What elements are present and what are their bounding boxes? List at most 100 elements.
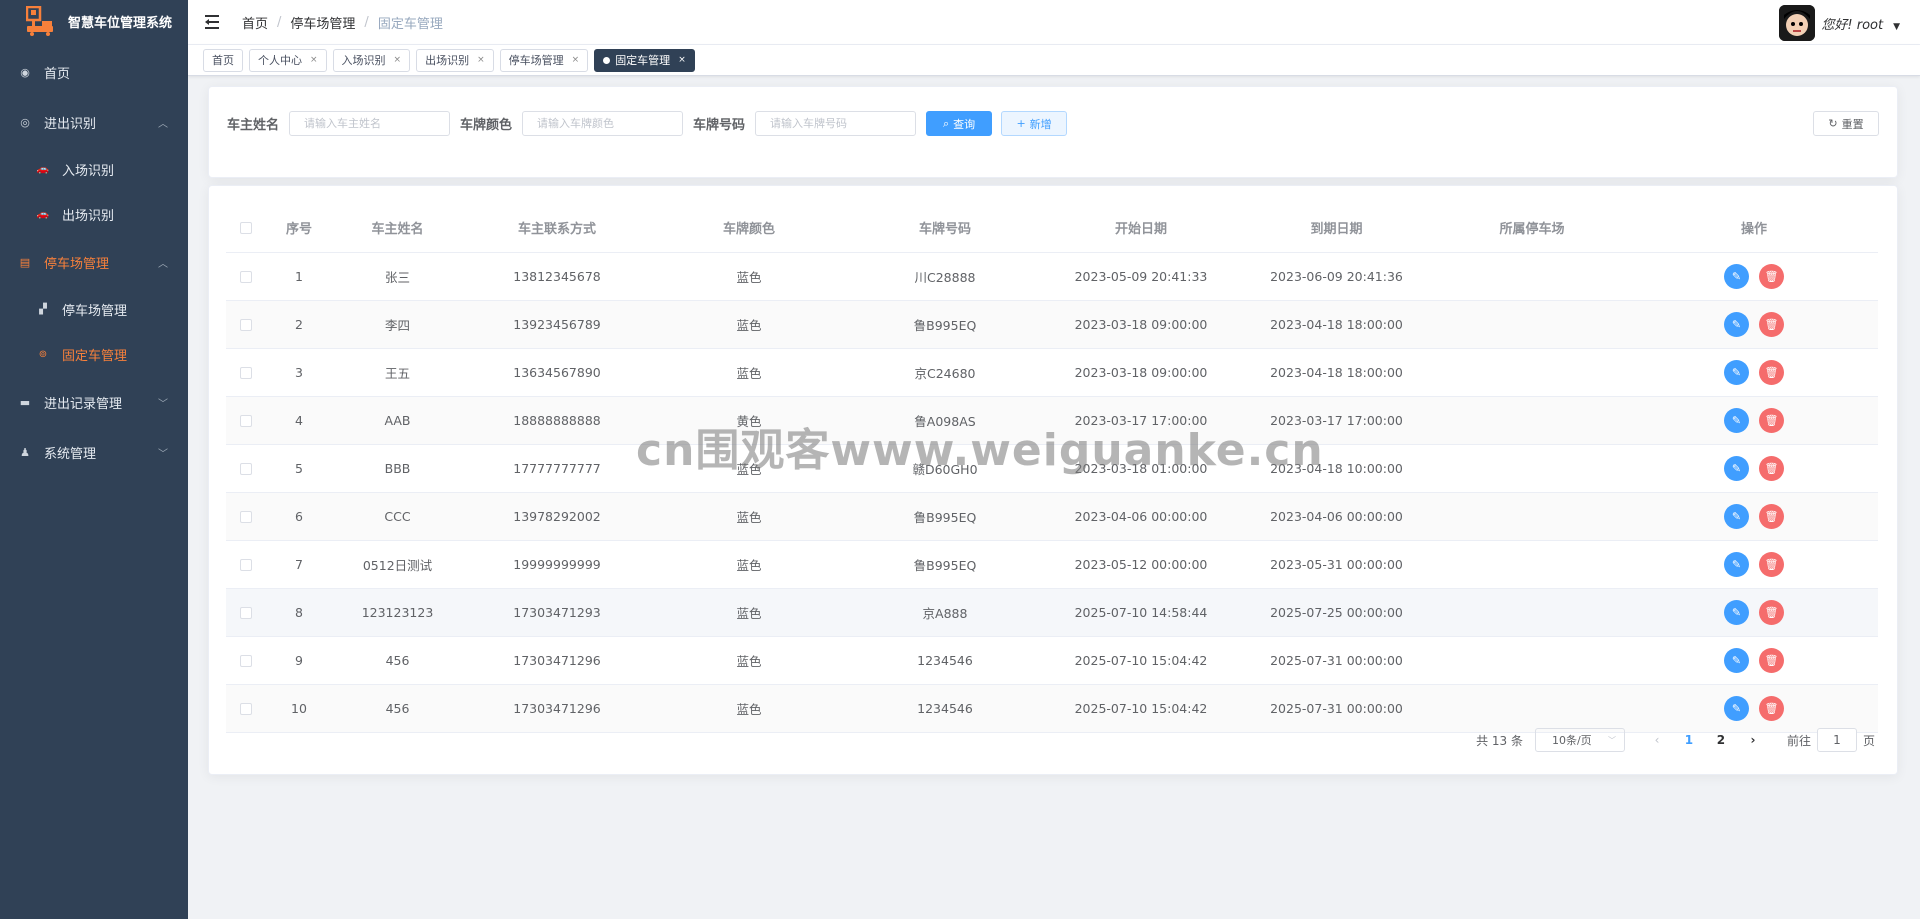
table-row[interactable]: 2 李四 13923456789 蓝色 鲁B995EQ 2023-03-18 09:00:… (226, 300, 1878, 349)
edit-icon[interactable]: ✎ (1724, 455, 1749, 481)
cell-owner-name: 456 (332, 684, 463, 733)
reset-button[interactable]: ↻ 重置 (1813, 111, 1879, 136)
row-checkbox[interactable] (240, 655, 252, 667)
delete-icon[interactable]: 🗑 (1759, 599, 1784, 625)
plate-number-input[interactable] (755, 111, 917, 136)
edit-icon[interactable]: ✎ (1724, 359, 1749, 385)
menu-item-entry-exit[interactable]: ◎ 进出识别 ︿ (0, 97, 188, 147)
cell-parking-lot (1434, 684, 1630, 733)
delete-icon[interactable]: 🗑 (1759, 311, 1784, 337)
menu-item-parking-management[interactable]: ▤ 停车场管理 ︿ (0, 237, 188, 287)
menu-item-parking-lot[interactable]: ▞ 停车场管理 (0, 287, 188, 332)
edit-icon[interactable]: ✎ (1724, 311, 1749, 337)
table-row[interactable]: 8 123123123 17303471293 蓝色 京A888 2025-07-10 1… (226, 588, 1878, 637)
tag-fixed-car[interactable]: 固定车管理 × (594, 48, 695, 72)
menu-label: 出场识别 (62, 209, 115, 224)
chevron-down-icon: ﹀ (158, 448, 168, 460)
hamburger-icon[interactable] (205, 15, 223, 29)
delete-icon[interactable]: 🗑 (1759, 263, 1784, 289)
delete-icon[interactable]: 🗑 (1759, 407, 1784, 433)
table-row[interactable]: 1 张三 13812345678 蓝色 川C28888 2023-05-09 20:41:… (226, 252, 1878, 301)
user-icon: ♟ (20, 445, 30, 459)
table-row[interactable]: 5 BBB 17777777777 蓝色 赣D60GH0 2023-03-18 01:00… (226, 444, 1878, 493)
row-checkbox[interactable] (240, 415, 252, 427)
table-row[interactable]: 10 456 17303471296 蓝色 1234546 2025-07-10 15:0… (226, 684, 1878, 733)
delete-icon[interactable]: 🗑 (1759, 647, 1784, 673)
table-row[interactable]: 3 王五 13634567890 蓝色 京C24680 2023-03-18 09:00:… (226, 348, 1878, 397)
close-icon[interactable]: × (310, 55, 318, 65)
avatar[interactable] (1779, 5, 1816, 41)
menu-item-fixed-car[interactable]: ⊚ 固定车管理 (0, 332, 188, 377)
page-1-button[interactable]: 1 (1673, 728, 1705, 752)
edit-icon[interactable]: ✎ (1724, 551, 1749, 577)
delete-icon[interactable]: 🗑 (1759, 359, 1784, 385)
active-dot-icon (603, 56, 611, 64)
row-checkbox[interactable] (240, 703, 252, 715)
cell-owner-phone: 17303471296 (463, 684, 651, 733)
search-form: 车主姓名 车牌颜色 车牌号码 ⌕查询 +新增 (227, 111, 1068, 136)
table-row[interactable]: 9 456 17303471296 蓝色 1234546 2025-07-10 15:04… (226, 636, 1878, 685)
cell-end-date: 2025-07-25 00:00:00 (1239, 588, 1434, 637)
edit-icon[interactable]: ✎ (1724, 503, 1749, 529)
edit-icon[interactable]: ✎ (1724, 263, 1749, 289)
cell-end-date: 2023-03-17 17:00:00 (1239, 396, 1434, 445)
user-dropdown[interactable]: 您好! root ▼ (1779, 5, 1900, 41)
tag-exit[interactable]: 出场识别 × (416, 48, 494, 72)
menu-label: 停车场管理 (62, 304, 128, 319)
col-owner-name: 车主姓名 (332, 204, 463, 253)
cell-actions: ✎ 🗑 (1630, 540, 1878, 589)
tag-home[interactable]: 首页 (203, 48, 243, 72)
row-checkbox[interactable] (240, 607, 252, 619)
owner-name-input[interactable] (289, 111, 451, 136)
menu-item-home[interactable]: ◉ 首页 (0, 47, 188, 97)
add-button[interactable]: + 新增 (1001, 111, 1068, 136)
breadcrumb-home[interactable]: 首页 (242, 13, 268, 32)
row-checkbox[interactable] (240, 511, 252, 523)
menu-item-entry-recognition[interactable]: 🚗 入场识别 (0, 147, 188, 192)
close-icon[interactable]: × (394, 55, 402, 65)
menu-label: 首页 (44, 66, 71, 82)
row-checkbox[interactable] (240, 367, 252, 379)
page-size-select[interactable]: 10条/页 ﹀ (1534, 728, 1625, 752)
close-icon[interactable]: × (678, 55, 686, 65)
menu-item-system[interactable]: ♟ 系统管理 ﹀ (0, 427, 188, 477)
cell-no: 2 (266, 300, 332, 349)
delete-icon[interactable]: 🗑 (1759, 503, 1784, 529)
cell-plate-number: 鲁B995EQ (847, 300, 1043, 349)
menu-item-records[interactable]: ▬ 进出记录管理 ﹀ (0, 377, 188, 427)
col-owner-phone: 车主联系方式 (463, 204, 651, 253)
table-row[interactable]: 7 0512日测试 19999999999 蓝色 鲁B995EQ 2023-05-12 0… (226, 540, 1878, 589)
page-2-button[interactable]: 2 (1705, 728, 1737, 752)
prev-page-button[interactable]: ‹ (1641, 728, 1673, 752)
col-plate-number: 车牌号码 (847, 204, 1043, 253)
table-row[interactable]: 4 AAB 18888888888 黄色 鲁A098AS 2023-03-17 17:00… (226, 396, 1878, 445)
row-checkbox[interactable] (240, 559, 252, 571)
page-jump-input[interactable] (1816, 728, 1857, 752)
next-page-button[interactable]: › (1737, 728, 1769, 752)
plate-color-input[interactable] (522, 111, 684, 136)
delete-icon[interactable]: 🗑 (1759, 455, 1784, 481)
delete-icon[interactable]: 🗑 (1759, 695, 1784, 721)
query-button[interactable]: ⌕ 查询 (926, 111, 993, 136)
row-checkbox[interactable] (240, 319, 252, 331)
plus-icon: + (1016, 117, 1026, 130)
close-icon[interactable]: × (477, 55, 485, 65)
select-all-checkbox[interactable] (240, 221, 252, 234)
edit-icon[interactable]: ✎ (1724, 647, 1749, 673)
row-checkbox[interactable] (240, 463, 252, 475)
delete-icon[interactable]: 🗑 (1759, 551, 1784, 577)
edit-icon[interactable]: ✎ (1724, 599, 1749, 625)
edit-icon[interactable]: ✎ (1724, 695, 1749, 721)
edit-icon[interactable]: ✎ (1724, 407, 1749, 433)
tag-parking[interactable]: 停车场管理 × (499, 48, 589, 72)
menu-item-exit-recognition[interactable]: 🚗 出场识别 (0, 192, 188, 237)
cell-plate-color: 蓝色 (651, 300, 847, 349)
table-row[interactable]: 6 CCC 13978292002 蓝色 鲁B995EQ 2023-04-06 00:00… (226, 492, 1878, 541)
row-checkbox[interactable] (240, 271, 252, 283)
close-icon[interactable]: × (572, 55, 580, 65)
tag-profile[interactable]: 个人中心 × (249, 48, 327, 72)
breadcrumb-parking[interactable]: 停车场管理 (290, 13, 355, 32)
cell-actions: ✎ 🗑 (1630, 396, 1878, 445)
tag-entry[interactable]: 入场识别 × (332, 48, 411, 72)
owner-name-label: 车主姓名 (227, 118, 280, 133)
